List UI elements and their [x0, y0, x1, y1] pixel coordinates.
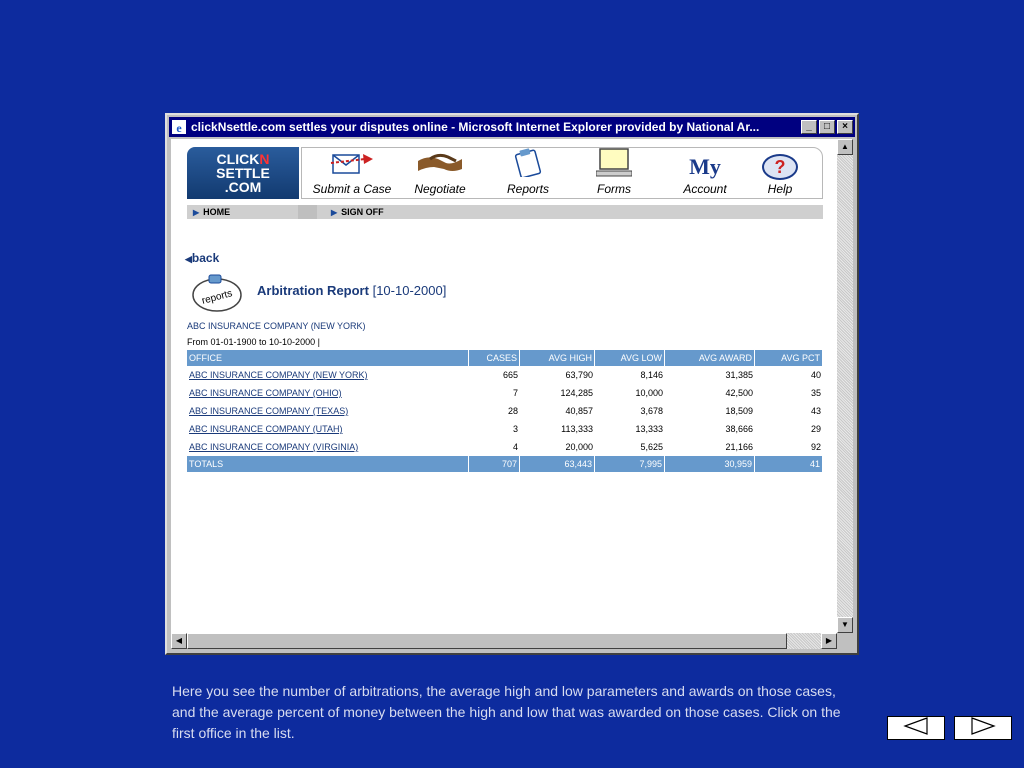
vertical-scrollbar[interactable]: ▲ ▼ [837, 139, 853, 633]
report-title: Arbitration Report [10-10-2000] [257, 283, 447, 298]
nav-account[interactable]: My Account [668, 148, 742, 198]
sub-nav: ▶ HOME ▶ SIGN OFF [187, 205, 823, 219]
nav-help[interactable]: ? Help [750, 148, 810, 198]
col-avg-high: AVG HIGH [520, 350, 595, 366]
scroll-corner [837, 633, 853, 649]
envelope-arrow-icon [329, 149, 375, 180]
triangle-right-icon [970, 716, 996, 740]
computer-icon [595, 147, 633, 180]
office-link[interactable]: ABC INSURANCE COMPANY (VIRGINIA) [189, 442, 358, 452]
my-icon: My [689, 154, 721, 179]
horizontal-scroll-thumb[interactable] [187, 633, 787, 649]
svg-text:e: e [176, 121, 182, 134]
table-row: ABC INSURANCE COMPANY (TEXAS) 28 40,857 … [189, 406, 821, 416]
back-link[interactable]: ◀back [185, 251, 219, 265]
table-row: ABC INSURANCE COMPANY (UTAH) 3 113,333 1… [189, 424, 821, 434]
back-arrow-icon: ◀ [185, 254, 192, 264]
col-avg-pct: AVG PCT [755, 350, 823, 366]
page-content: CLICKN SETTLE .COM Submit a Case Negotia… [171, 139, 837, 633]
next-slide-button[interactable] [954, 716, 1012, 740]
home-link[interactable]: ▶ HOME [187, 205, 298, 219]
minimize-button[interactable]: _ [801, 120, 817, 134]
table-row: ABC INSURANCE COMPANY (NEW YORK) 665 63,… [189, 370, 821, 380]
scroll-up-button[interactable]: ▲ [837, 139, 853, 155]
scroll-down-button[interactable]: ▼ [837, 617, 853, 633]
office-link[interactable]: ABC INSURANCE COMPANY (OHIO) [189, 388, 342, 398]
col-avg-award: AVG AWARD [665, 350, 755, 366]
triangle-left-icon [903, 716, 929, 740]
office-link[interactable]: ABC INSURANCE COMPANY (UTAH) [189, 424, 343, 434]
clipboard-icon [513, 147, 543, 180]
main-nav: Submit a Case Negotiate Reports Forms My… [301, 147, 823, 199]
col-office: OFFICE [187, 350, 469, 366]
previous-slide-button[interactable] [887, 716, 945, 740]
scroll-right-button[interactable]: ▶ [821, 633, 837, 649]
window-title: clickNsettle.com settles your disputes o… [191, 120, 760, 134]
col-cases: CASES [469, 350, 520, 366]
reports-icon: reports [191, 273, 243, 313]
horizontal-scrollbar[interactable]: ◀ ▶ [171, 633, 837, 649]
office-link[interactable]: ABC INSURANCE COMPANY (NEW YORK) [189, 370, 368, 380]
arrow-right-icon: ▶ [193, 208, 200, 217]
clicknsettle-logo[interactable]: CLICKN SETTLE .COM [187, 147, 299, 199]
sign-off-link[interactable]: ▶ SIGN OFF [317, 205, 823, 219]
arbitration-table: OFFICE CASES AVG HIGH AVG LOW AVG AWARD … [187, 350, 823, 472]
handshake-icon [416, 149, 464, 180]
browser-window: e clickNsettle.com settles your disputes… [165, 113, 859, 655]
table-header-row: OFFICE CASES AVG HIGH AVG LOW AVG AWARD … [187, 350, 823, 366]
scroll-left-button[interactable]: ◀ [171, 633, 187, 649]
office-link[interactable]: ABC INSURANCE COMPANY (TEXAS) [189, 406, 348, 416]
nav-forms[interactable]: Forms [582, 148, 646, 198]
col-avg-low: AVG LOW [595, 350, 665, 366]
title-bar: e clickNsettle.com settles your disputes… [169, 117, 855, 137]
totals-row: TOTALS 707 63,443 7,995 30,959 41 [187, 456, 823, 472]
close-button[interactable]: × [837, 120, 853, 134]
date-range: From 01-01-1900 to 10-10-2000 | [187, 337, 320, 347]
nav-submit-a-case[interactable]: Submit a Case [306, 148, 398, 198]
company-name: ABC INSURANCE COMPANY (NEW YORK) [187, 321, 366, 331]
ie-icon: e [171, 119, 187, 135]
table-row: ABC INSURANCE COMPANY (VIRGINIA) 4 20,00… [189, 442, 821, 452]
maximize-button[interactable]: □ [819, 120, 835, 134]
arrow-right-icon: ▶ [331, 208, 338, 217]
nav-negotiate[interactable]: Negotiate [402, 148, 478, 198]
nav-reports[interactable]: Reports [496, 148, 560, 198]
help-icon: ? [762, 154, 798, 180]
table-row: ABC INSURANCE COMPANY (OHIO) 7 124,285 1… [189, 388, 821, 398]
slide-caption: Here you see the number of arbitrations,… [172, 683, 841, 741]
